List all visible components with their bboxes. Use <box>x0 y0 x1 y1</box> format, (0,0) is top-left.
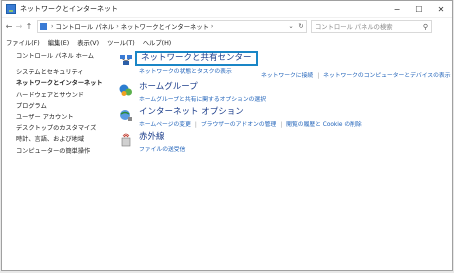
category-network-sharing: ネットワークと共有センター ネットワークの状態とタスクの表示 ネットワークに接続… <box>119 51 451 81</box>
sidebar-item-ease-of-access[interactable]: コンピューターの簡単操作 <box>16 146 107 157</box>
sidebar: コントロール パネル ホーム システムとセキュリティ ネットワークとインターネッ… <box>2 51 107 157</box>
chevron-right-icon[interactable]: › <box>116 23 119 30</box>
search-input[interactable]: コントロール パネルの検索 ⚲ <box>311 20 432 33</box>
network-sharing-center-link[interactable]: ネットワークと共有センター <box>135 51 258 66</box>
chevron-right-icon[interactable]: › <box>51 23 54 30</box>
sidebar-item-system-security[interactable]: システムとセキュリティ <box>16 67 107 78</box>
internet-options-icon <box>120 110 132 121</box>
manage-addons-link[interactable]: ブラウザーのアドオンの管理 <box>201 122 276 128</box>
sidebar-item-home[interactable]: コントロール パネル ホーム <box>16 51 107 62</box>
network-sharing-icon <box>120 55 132 65</box>
internet-options-link[interactable]: インターネット オプション <box>139 106 244 119</box>
minimize-button[interactable]: − <box>386 1 408 18</box>
sidebar-item-clock-region[interactable]: 時計、言語、および地域 <box>16 134 107 145</box>
category-homegroup: ホームグループ ホームグループと共有に関するオプションの選択 <box>119 81 449 106</box>
network-status-link[interactable]: ネットワークの状態とタスクの表示 <box>139 69 232 75</box>
homegroup-link[interactable]: ホームグループ <box>139 81 198 94</box>
sidebar-item-desktop[interactable]: デスクトップのカスタマイズ <box>16 123 107 134</box>
menu-help[interactable]: ヘルプ(H) <box>143 38 172 47</box>
refresh-icon[interactable]: ↻ <box>296 23 306 30</box>
chevron-right-icon[interactable]: › <box>211 23 214 30</box>
menu-view[interactable]: 表示(V) <box>77 38 99 47</box>
search-placeholder: コントロール パネルの検索 <box>315 24 393 31</box>
breadcrumb[interactable]: › コントロール パネル › ネットワークとインターネット › ⌄ ↻ <box>37 20 307 33</box>
forward-button[interactable]: → <box>14 22 24 31</box>
breadcrumb-control-panel[interactable]: コントロール パネル <box>56 22 115 31</box>
infrared-link[interactable]: 赤外線 <box>139 131 165 144</box>
address-bar: ← → ↑ › コントロール パネル › ネットワークとインターネット › ⌄ … <box>2 18 452 35</box>
main-content: ネットワークと共有センター ネットワークの状態とタスクの表示 ネットワークに接続… <box>119 51 451 156</box>
search-icon[interactable]: ⚲ <box>423 23 428 31</box>
menu-file[interactable]: ファイル(F) <box>6 38 40 47</box>
send-receive-files-link[interactable]: ファイルの送受信 <box>139 147 185 153</box>
back-button[interactable]: ← <box>4 22 14 31</box>
sidebar-item-hardware[interactable]: ハードウェアとサウンド <box>16 90 107 101</box>
change-homepage-link[interactable]: ホームページの変更 <box>139 122 191 128</box>
control-panel-icon <box>40 23 47 30</box>
breadcrumb-network[interactable]: ネットワークとインターネット <box>121 22 209 31</box>
category-infrared: 赤外線 ファイルの送受信 <box>119 131 449 156</box>
menu-bar: ファイル(F) 編集(E) 表示(V) ツール(T) ヘルプ(H) <box>2 35 452 49</box>
connect-network-link[interactable]: ネットワークに接続 <box>261 73 313 79</box>
maximize-button[interactable]: ☐ <box>408 1 430 18</box>
network-devices-link[interactable]: ネットワークのコンピューターとデバイスの表示 <box>323 73 450 79</box>
up-button[interactable]: ↑ <box>24 22 34 31</box>
chevron-down-icon[interactable]: ⌄ <box>286 23 296 30</box>
menu-edit[interactable]: 編集(E) <box>48 38 70 47</box>
control-panel-window: ネットワークとインターネット − ☐ ✕ ← → ↑ › コントロール パネル … <box>1 0 453 271</box>
network-icon <box>6 4 16 14</box>
title-bar: ネットワークとインターネット − ☐ ✕ <box>2 1 452 18</box>
sidebar-item-programs[interactable]: プログラム <box>16 101 107 112</box>
infrared-icon <box>121 133 131 147</box>
close-button[interactable]: ✕ <box>430 1 452 18</box>
sidebar-item-user-accounts[interactable]: ユーザー アカウント <box>16 112 107 123</box>
homegroup-options-link[interactable]: ホームグループと共有に関するオプションの選択 <box>139 97 266 103</box>
sidebar-item-network: ネットワークとインターネット <box>16 80 103 88</box>
homegroup-icon <box>119 84 132 96</box>
category-internet-options: インターネット オプション ホームページの変更 | ブラウザーのアドオンの管理 | 閲覧… <box>119 106 449 131</box>
menu-tools[interactable]: ツール(T) <box>107 38 135 47</box>
window-title: ネットワークとインターネット <box>20 5 118 13</box>
delete-history-link[interactable]: 閲覧の履歴と Cookie の削除 <box>286 122 362 128</box>
